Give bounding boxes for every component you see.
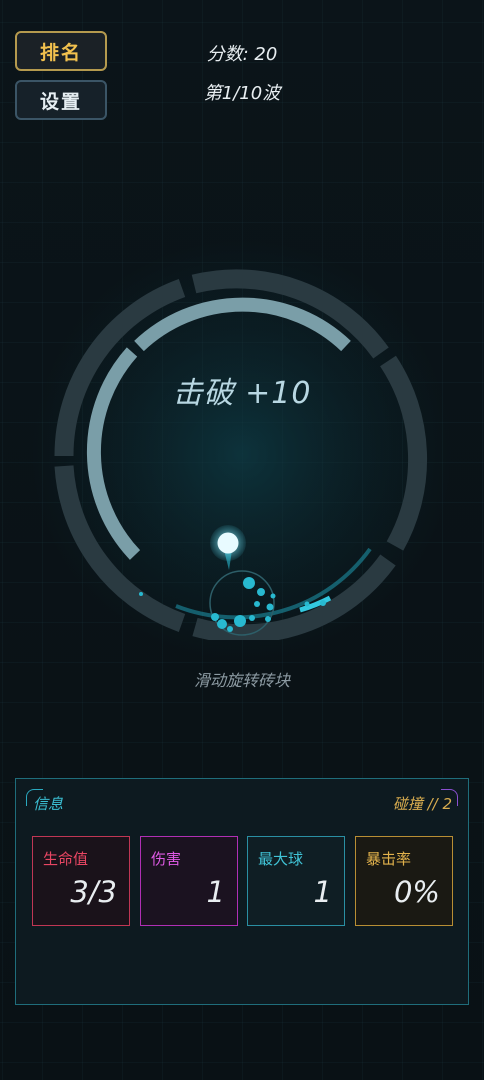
stat-label: 伤害	[151, 850, 182, 868]
stat-card-crit-rate: 暴击率 0%	[355, 836, 453, 926]
rank-button[interactable]: 排名	[15, 31, 107, 71]
particle	[265, 616, 271, 622]
stat-label: 生命值	[43, 850, 89, 868]
info-panel-title: 信息	[33, 795, 64, 813]
stat-value: 0%	[393, 875, 440, 909]
particle	[254, 601, 260, 607]
particle	[270, 593, 276, 599]
stat-label: 最大球	[258, 850, 304, 868]
stat-value: 1	[206, 875, 225, 909]
stat-value: 3/3	[70, 875, 117, 909]
particle	[266, 603, 274, 611]
particle	[227, 626, 233, 632]
stat-label: 暴击率	[366, 850, 412, 868]
score-popup: 击破 +10	[172, 376, 312, 411]
particle	[304, 601, 310, 607]
stat-card-damage: 伤害 1	[140, 836, 238, 926]
particle	[139, 592, 143, 596]
brick-ring-arena[interactable]	[0, 260, 484, 640]
info-panel: 信息 碰撞 // 2 生命值 3/3 伤害 1 最大球 1 暴击率 0%	[15, 778, 469, 1005]
settings-button[interactable]: 设置	[15, 80, 107, 120]
particle	[320, 600, 326, 606]
game-screen: 排名 设置 分数: 20 第1/10波 击破 +10 滑动旋转砖块 信息 碰撞 …	[0, 0, 484, 1080]
particle	[217, 619, 227, 629]
particle	[243, 577, 255, 589]
particle	[234, 615, 246, 627]
wave-indicator: 第1/10波	[203, 83, 281, 104]
score-display: 分数: 20	[206, 44, 278, 65]
rotate-hint: 滑动旋转砖块	[193, 671, 290, 690]
stat-card-hp: 生命值 3/3	[32, 836, 130, 926]
particle	[257, 588, 265, 596]
stat-card-max-balls: 最大球 1	[247, 836, 345, 926]
particle	[211, 613, 219, 621]
collision-counter: 碰撞 // 2	[392, 795, 452, 813]
particle	[249, 615, 255, 621]
ball	[217, 532, 239, 554]
stat-value: 1	[313, 875, 332, 909]
